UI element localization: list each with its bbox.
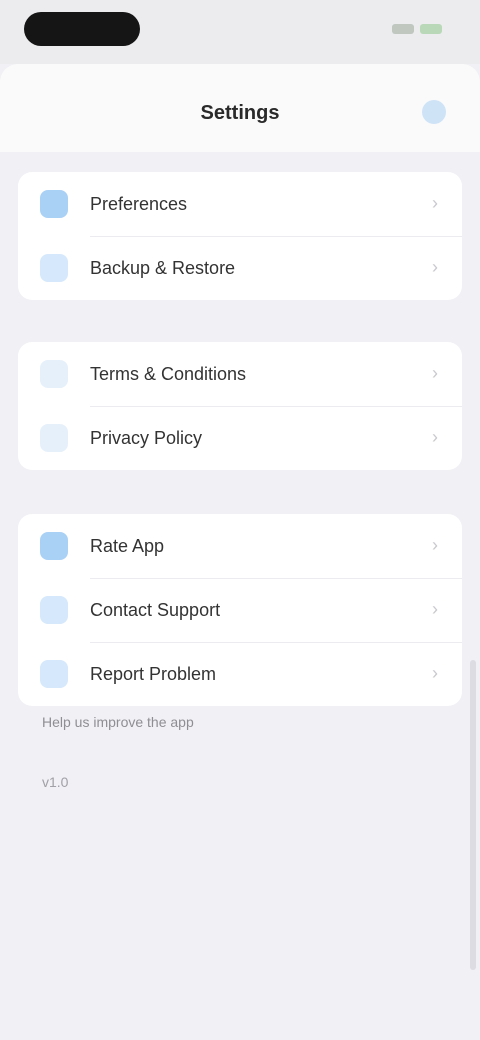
settings-row-label: Report Problem	[90, 663, 217, 684]
settings-row-report[interactable]: Report Problem ›	[18, 642, 462, 706]
settings-row-contact[interactable]: Contact Support ›	[18, 578, 462, 642]
star-icon	[40, 532, 68, 560]
chevron-right-icon: ›	[432, 663, 438, 683]
chevron-right-icon: ›	[432, 427, 438, 447]
document-icon	[40, 360, 68, 388]
footnote-text: Help us improve the app	[42, 714, 194, 730]
settings-row-label: Contact Support	[90, 599, 221, 620]
version-text: v1.0	[42, 774, 69, 790]
settings-row-label: Backup & Restore	[90, 257, 236, 278]
settings-row-label: Terms & Conditions	[90, 363, 247, 384]
chevron-right-icon: ›	[432, 193, 438, 213]
chevron-right-icon: ›	[432, 257, 438, 277]
page-title: Settings	[200, 102, 280, 124]
lock-icon	[40, 424, 68, 452]
scrollbar[interactable]	[470, 660, 476, 970]
backup-icon	[40, 254, 68, 282]
close-icon[interactable]	[422, 100, 446, 124]
settings-group-legal: Terms & Conditions › Privacy Policy ›	[18, 342, 462, 470]
settings-row-preferences[interactable]: Preferences ›	[18, 172, 462, 236]
gear-icon	[40, 190, 68, 218]
settings-row-rate[interactable]: Rate App ›	[18, 514, 462, 578]
navigation-bar: Settings	[0, 64, 480, 152]
settings-row-label: Preferences	[90, 193, 188, 214]
status-indicators	[392, 22, 448, 36]
settings-row-label: Privacy Policy	[90, 427, 203, 448]
report-icon	[40, 660, 68, 688]
settings-row-terms[interactable]: Terms & Conditions ›	[18, 342, 462, 406]
signal-icon	[392, 24, 414, 34]
battery-icon	[420, 24, 442, 34]
settings-group-general: Preferences › Backup & Restore ›	[18, 172, 462, 300]
settings-row-label: Rate App	[90, 535, 165, 556]
chevron-right-icon: ›	[432, 599, 438, 619]
status-bar	[0, 0, 480, 64]
support-icon	[40, 596, 68, 624]
settings-row-privacy[interactable]: Privacy Policy ›	[18, 406, 462, 470]
settings-row-backup[interactable]: Backup & Restore ›	[18, 236, 462, 300]
chevron-right-icon: ›	[432, 363, 438, 383]
chevron-right-icon: ›	[432, 535, 438, 555]
settings-group-support: Rate App › Contact Support › Report Prob…	[18, 514, 462, 706]
status-time-pill	[24, 12, 140, 46]
